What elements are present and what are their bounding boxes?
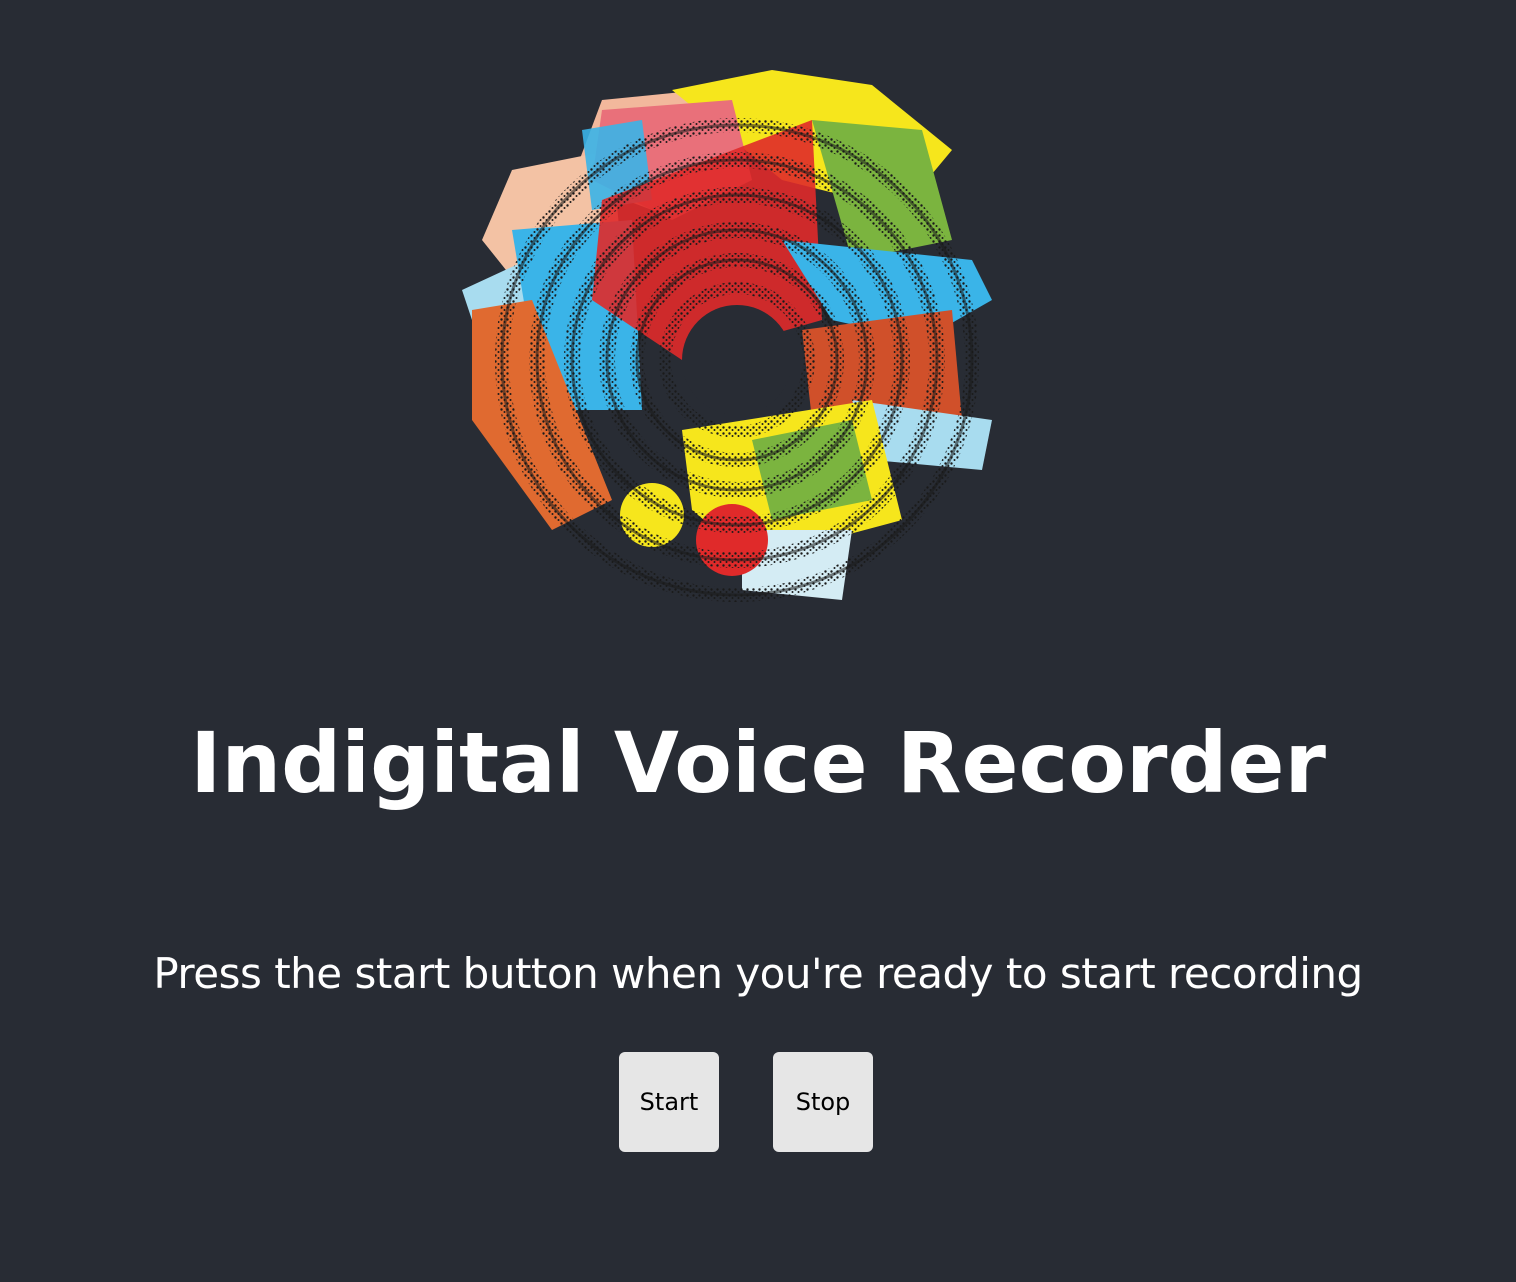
page-title: Indigital Voice Recorder [190, 714, 1326, 812]
start-button[interactable]: Start [619, 1052, 719, 1152]
recording-instructions: Press the start button when you're ready… [153, 949, 1363, 998]
stop-button[interactable]: Stop [773, 1052, 873, 1152]
app-logo [452, 60, 1012, 610]
spiral-sound-logo-icon [462, 70, 992, 602]
